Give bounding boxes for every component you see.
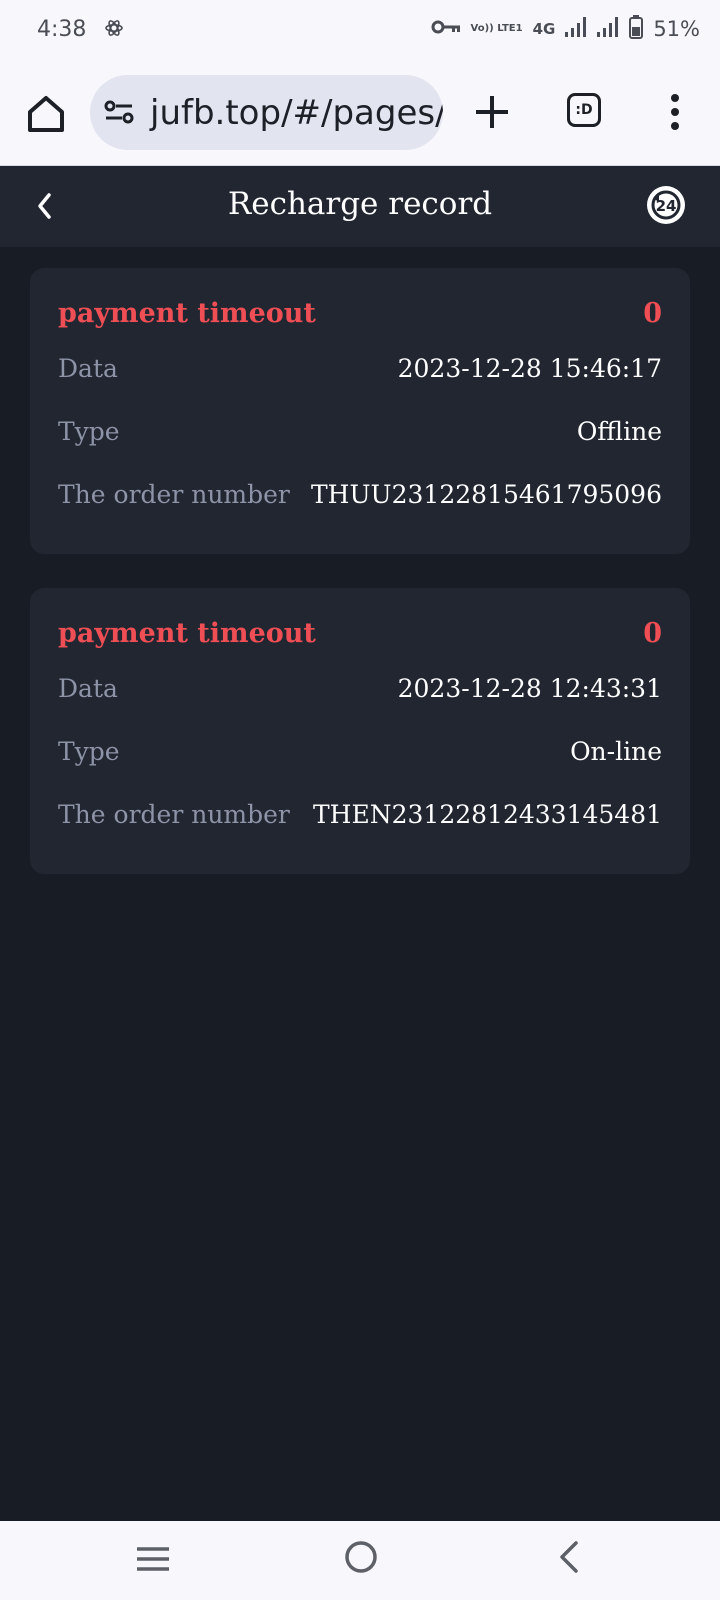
support-24-icon: 24 [647,186,685,224]
support-button[interactable]: 24 [645,184,687,226]
more-menu-button[interactable] [660,90,690,134]
volte-icon: Vo)) LTE1 [470,23,523,34]
network-type: 4G [532,20,556,38]
record-status: payment timeout [58,618,316,649]
type-value: On-line [570,737,662,766]
back-nav-icon [560,1541,578,1573]
home-button[interactable] [24,92,68,136]
date-value: 2023-12-28 15:46:17 [397,354,662,383]
address-bar[interactable]: jufb.top/#/pages/ [90,75,443,150]
key-icon [431,19,461,39]
new-tab-button[interactable] [470,90,514,134]
order-number-label: The order number [58,480,290,509]
url-text[interactable]: jufb.top/#/pages/ [150,93,443,133]
recents-button[interactable] [135,1541,171,1582]
record-amount: 0 [643,298,662,329]
order-number-value: THUU23122815461795096 [310,480,662,509]
record-card[interactable]: payment timeout 0 Data 2023-12-28 12:43:… [30,588,690,874]
battery-icon [629,15,644,43]
system-nav-bar [0,1521,720,1600]
home-icon [28,96,64,132]
record-card[interactable]: payment timeout 0 Data 2023-12-28 15:46:… [30,268,690,554]
home-nav-button[interactable] [343,1539,379,1580]
svg-text:24: 24 [656,197,677,215]
atom-icon [104,17,124,44]
status-time: 4:38 [37,17,87,42]
app-header: Recharge record 24 [0,166,720,247]
signal-icon [597,17,619,41]
date-label: Data [58,354,118,383]
record-amount: 0 [643,618,662,649]
tabs-button[interactable]: :D [567,93,601,127]
back-nav-button[interactable] [552,1539,588,1580]
more-vert-icon [671,94,679,130]
browser-toolbar: jufb.top/#/pages/ :D [0,62,720,167]
type-label: Type [58,417,120,446]
order-number-label: The order number [58,800,290,829]
date-value: 2023-12-28 12:43:31 [397,674,662,703]
page-title: Recharge record [227,186,493,222]
tune-icon[interactable] [104,99,134,130]
battery-percent: 51% [653,17,700,41]
recents-icon [137,1547,169,1571]
status-icons: Vo)) LTE1 4G 51% [431,15,700,43]
order-number-value: THEN23122812433145481 [313,800,662,829]
signal-icon [565,17,587,41]
type-label: Type [58,737,120,766]
plus-icon [476,96,508,128]
status-bar: 4:38 Vo)) LTE1 4G 51% [0,0,720,62]
record-status: payment timeout [58,298,316,329]
date-label: Data [58,674,118,703]
type-value: Offline [576,417,662,446]
circle-home-icon [345,1541,377,1573]
